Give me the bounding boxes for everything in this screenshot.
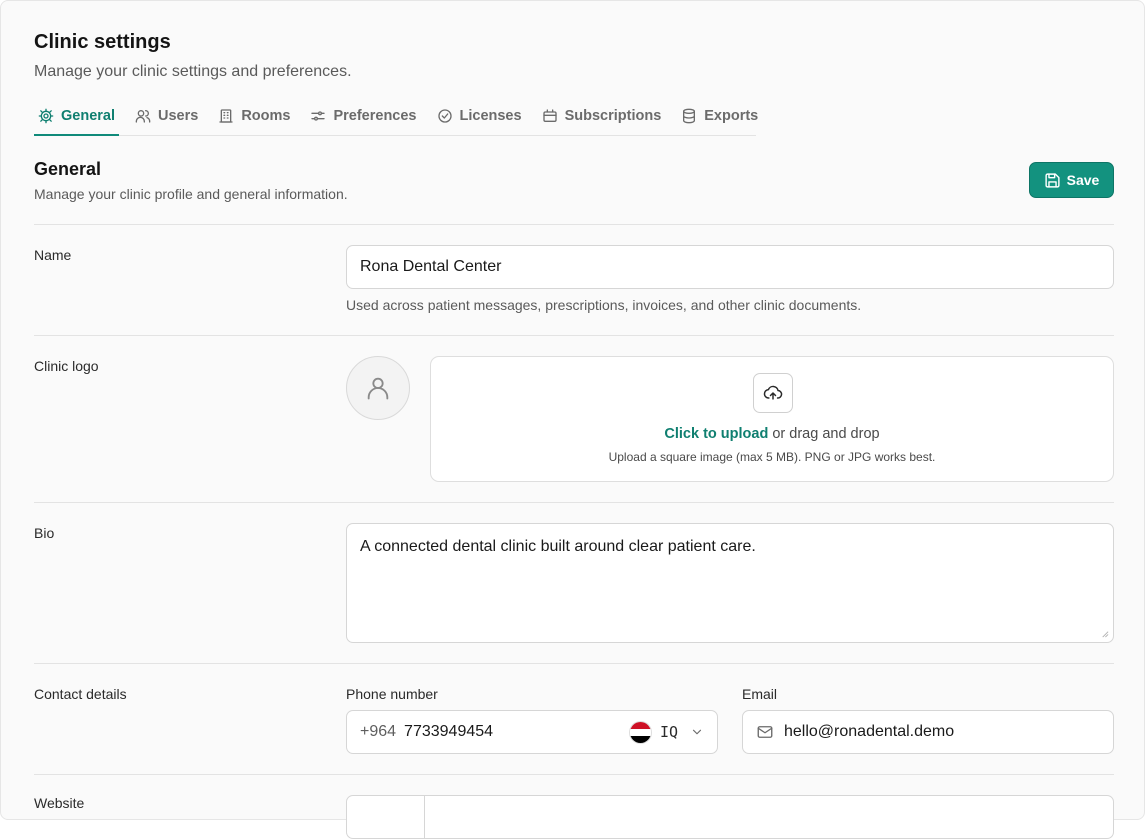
country-select[interactable]: IQ — [628, 720, 704, 744]
tab-users[interactable]: Users — [131, 97, 202, 135]
logo-upload-dropzone[interactable]: Click to upload or drag and drop Upload … — [430, 356, 1114, 482]
tab-label: Exports — [704, 108, 759, 124]
tab-preferences[interactable]: Preferences — [306, 97, 420, 135]
gear-icon — [38, 108, 54, 123]
website-prefix — [347, 796, 425, 838]
tab-label: Rooms — [241, 108, 291, 124]
tab-label: Licenses — [459, 108, 522, 124]
name-input-value: Rona Dental Center — [360, 258, 502, 275]
sliders-icon — [311, 111, 326, 121]
upload-rest-text: or drag and drop — [768, 426, 880, 442]
website-input[interactable] — [346, 795, 1114, 839]
settings-tabs: General Users Rooms Preferences Licenses… — [34, 97, 758, 136]
phone-number-label: Phone number — [346, 686, 438, 702]
email-label: Email — [742, 686, 778, 702]
divider — [34, 774, 1114, 775]
bio-value: A connected dental clinic built around c… — [360, 538, 756, 555]
phone-prefix: +964 — [360, 723, 397, 740]
name-input[interactable]: Rona Dental Center — [346, 245, 1114, 289]
email-value: hello@ronadental.demo — [784, 723, 955, 740]
chevron-down-icon — [692, 729, 702, 735]
phone-value: 7733949454 — [404, 723, 494, 740]
divider — [34, 663, 1114, 664]
divider — [34, 502, 1114, 503]
users-icon — [135, 110, 151, 123]
save-button-label: Save — [1066, 172, 1100, 188]
tab-label: Subscriptions — [564, 108, 662, 124]
section-title: General — [34, 159, 102, 179]
upload-hint: Upload a square image (max 5 MB). PNG or… — [608, 450, 936, 464]
card-icon — [542, 109, 557, 122]
floppy-disk-icon — [1045, 172, 1060, 188]
mail-icon — [757, 726, 773, 738]
tab-rooms[interactable]: Rooms — [214, 97, 294, 135]
clinic-logo-label: Clinic logo — [34, 358, 99, 374]
tab-subscriptions[interactable]: Subscriptions — [538, 97, 666, 135]
tab-general[interactable]: General — [34, 97, 119, 136]
building-icon — [219, 109, 233, 123]
save-button[interactable]: Save — [1029, 162, 1114, 198]
iraq-flag-icon — [628, 720, 652, 744]
tab-label: General — [61, 107, 115, 124]
click-to-upload-link[interactable]: Click to upload — [664, 426, 768, 442]
resize-grip-icon[interactable] — [1100, 629, 1109, 638]
website-label: Website — [34, 795, 85, 811]
cloud-upload-icon — [763, 385, 783, 400]
name-help-text: Used across patient messages, prescripti… — [346, 297, 862, 313]
tab-label: Preferences — [333, 108, 417, 124]
check-circle-icon — [437, 109, 452, 123]
bio-textarea[interactable]: A connected dental clinic built around c… — [346, 523, 1114, 643]
section-subtitle: Manage your clinic profile and general i… — [34, 186, 348, 202]
page-title: Clinic settings — [34, 31, 171, 53]
bio-label: Bio — [34, 525, 55, 541]
database-icon — [683, 108, 696, 124]
tab-exports[interactable]: Exports — [677, 97, 762, 135]
upload-button[interactable] — [753, 373, 793, 413]
phone-input[interactable]: +964 7733949454 IQ — [346, 710, 718, 754]
upload-instructions: Click to upload or drag and drop — [431, 426, 1113, 442]
name-label: Name — [34, 247, 72, 263]
user-icon — [367, 377, 389, 400]
contact-details-label: Contact details — [34, 686, 127, 702]
logo-avatar-placeholder — [346, 356, 410, 420]
settings-panel: Clinic settings Manage your clinic setti… — [0, 0, 1145, 839]
divider — [34, 224, 1114, 225]
country-code: IQ — [659, 723, 678, 741]
email-input[interactable]: hello@ronadental.demo — [742, 710, 1114, 754]
tab-licenses[interactable]: Licenses — [433, 97, 526, 135]
tab-label: Users — [158, 108, 199, 124]
page-subtitle: Manage your clinic settings and preferen… — [34, 63, 352, 80]
divider — [34, 335, 1114, 336]
